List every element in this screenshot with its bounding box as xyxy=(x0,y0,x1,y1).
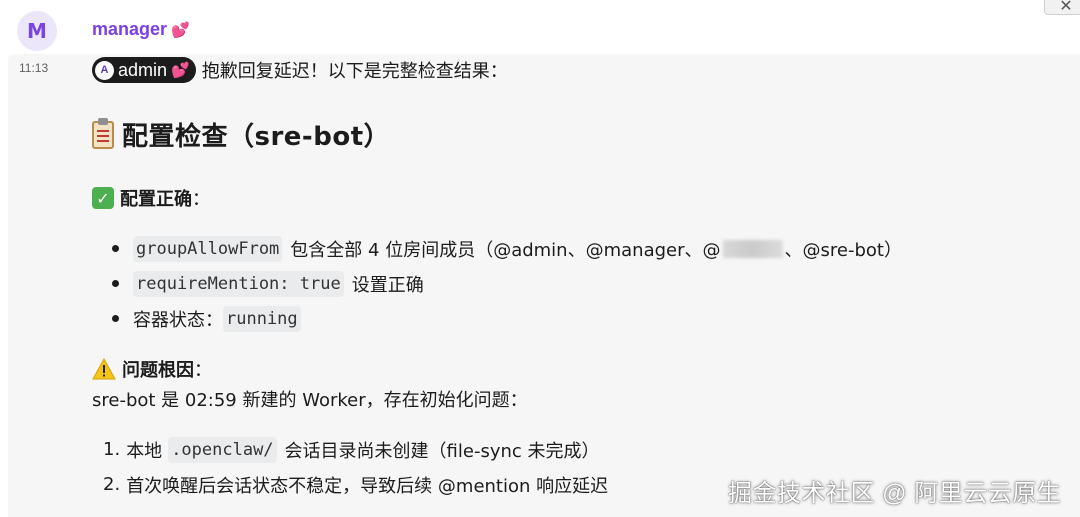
sender-name-row[interactable]: manager 💕 xyxy=(92,19,190,40)
issue-list: 1. 本地 .openclaw/ 会话目录尚未创建（file-sync 未完成）… xyxy=(103,432,608,502)
title-text: 配置检查（sre-bot） xyxy=(122,122,391,152)
ok-section-heading: ✓ 配置正确 ： xyxy=(92,185,210,211)
message-timestamp[interactable]: 11:13 xyxy=(19,61,48,75)
item-number: 2. xyxy=(103,474,121,495)
list-item: groupAllowFrom 包含全部 4 位房间成员（@admin、@mana… xyxy=(112,231,902,266)
list-item: 2. 首次唤醒后会话状态不稳定，导致后续 @mention 响应延迟 xyxy=(103,467,608,502)
mention-name: admin xyxy=(118,59,168,80)
inline-code: groupAllowFrom xyxy=(133,235,283,262)
inline-code: requireMention: true xyxy=(133,270,344,297)
item-number: 1. xyxy=(103,439,121,460)
bullet-dot xyxy=(112,280,119,287)
item-text: 设置正确 xyxy=(351,274,424,296)
mention-admin[interactable]: A admin 💕 xyxy=(92,57,196,83)
bullet-dot xyxy=(112,245,119,252)
warning-icon xyxy=(92,358,116,380)
item-text: 包含全部 4 位房间成员（@admin、@manager、@ xyxy=(290,239,721,261)
mention-avatar: A xyxy=(95,60,114,80)
ok-list: groupAllowFrom 包含全部 4 位房间成员（@admin、@mana… xyxy=(112,231,902,336)
item-text: 会话目录尚未创建（file-sync 未完成） xyxy=(284,440,600,462)
list-item: 容器状态： running xyxy=(112,301,902,336)
message-title: 配置检查（sre-bot） xyxy=(92,116,390,153)
two-hearts-icon: 💕 xyxy=(171,62,190,79)
ok-heading-colon: ： xyxy=(192,189,210,210)
intro-line: A admin 💕 抱歉回复延迟！以下是完整检查结果： xyxy=(92,57,508,83)
close-icon: ✕ xyxy=(1059,0,1073,15)
clipboard-icon xyxy=(92,117,114,149)
redacted-name xyxy=(722,239,783,258)
two-hearts-icon: 💕 xyxy=(171,21,190,39)
sender-name[interactable]: manager xyxy=(92,19,167,40)
item-prefix: 本地 xyxy=(126,440,163,462)
issue-section-heading: 问题根因 ： xyxy=(92,356,212,382)
list-item: 1. 本地 .openclaw/ 会话目录尚未创建（file-sync 未完成） xyxy=(103,432,608,467)
inline-code: .openclaw/ xyxy=(168,436,277,463)
bullet-dot xyxy=(112,315,119,322)
item-text: 首次唤醒后会话状态不稳定，导致后续 @mention 响应延迟 xyxy=(126,475,609,497)
item-prefix: 容器状态： xyxy=(133,309,223,331)
issue-description-text: sre-bot 是 02:59 新建的 Worker，存在初始化问题： xyxy=(92,390,528,411)
avatar-letter: M xyxy=(27,19,47,43)
issue-heading-colon: ： xyxy=(194,360,212,381)
watermark: 掘金技术社区 @ 阿里云云原生 xyxy=(728,480,1062,507)
check-mark-icon: ✓ xyxy=(92,187,114,209)
close-button[interactable]: ✕ xyxy=(1044,0,1080,15)
intro-text: 抱歉回复延迟！以下是完整检查结果： xyxy=(201,61,508,82)
item-text-after: 、@sre-bot） xyxy=(784,239,902,261)
issue-description: sre-bot 是 02:59 新建的 Worker，存在初始化问题： xyxy=(92,386,528,412)
sender-avatar[interactable]: M xyxy=(17,11,57,51)
issue-heading-text: 问题根因 xyxy=(122,360,194,381)
list-item: requireMention: true 设置正确 xyxy=(112,266,902,301)
inline-code: running xyxy=(223,305,301,332)
ok-heading-text: 配置正确 xyxy=(120,189,192,210)
